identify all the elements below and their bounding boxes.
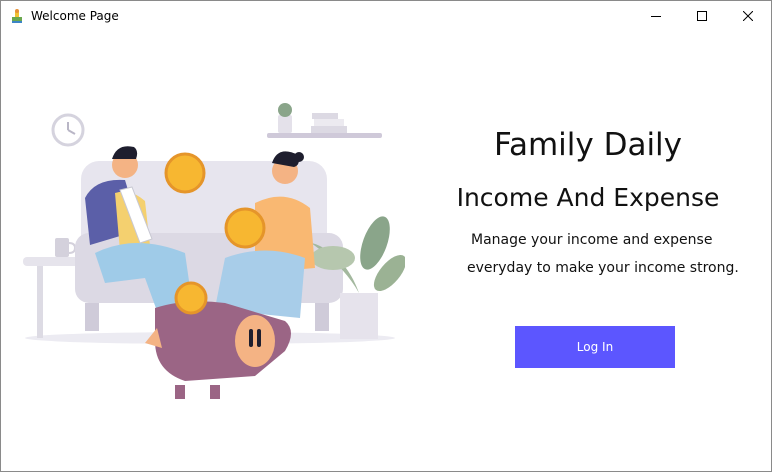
close-button[interactable] bbox=[725, 1, 771, 31]
window-title: Welcome Page bbox=[31, 9, 119, 23]
family-savings-illustration bbox=[23, 103, 405, 399]
shelf-icon bbox=[267, 103, 382, 138]
description-line-1: Manage your income and expense bbox=[471, 232, 713, 248]
description-line-2: everyday to make your income strong. bbox=[467, 260, 739, 276]
minimize-button[interactable] bbox=[633, 1, 679, 31]
login-button[interactable]: Log In bbox=[515, 326, 675, 368]
close-icon bbox=[743, 11, 753, 21]
title-bar[interactable]: Welcome Page bbox=[1, 1, 771, 31]
app-window: Welcome Page Family Daily Income And Exp… bbox=[0, 0, 772, 472]
minimize-icon bbox=[651, 16, 661, 17]
maximize-button[interactable] bbox=[679, 1, 725, 31]
heading-title: Family Daily bbox=[493, 127, 683, 163]
heading-subtitle: Income And Expense bbox=[456, 183, 720, 212]
wall-clock-icon bbox=[51, 113, 85, 147]
app-icon bbox=[12, 9, 22, 23]
maximize-icon bbox=[697, 11, 707, 21]
